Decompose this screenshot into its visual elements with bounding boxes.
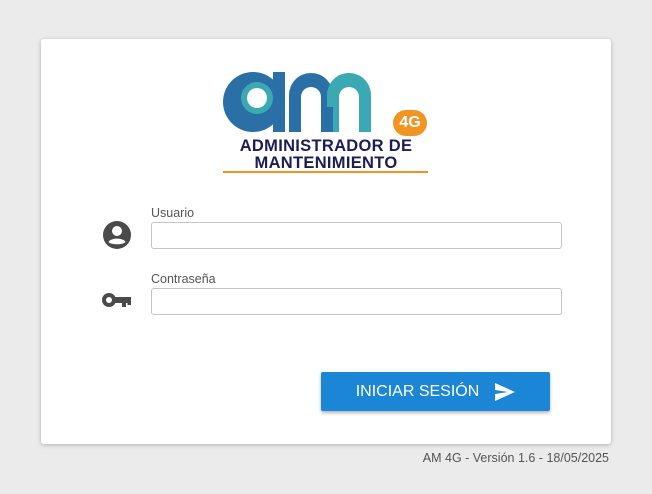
app-logo: 4G ADMINISTRADOR DE MANTENIMIENTO: [223, 67, 433, 175]
logo-am-graphic: [223, 72, 371, 132]
key-icon: [101, 284, 133, 316]
send-icon: [495, 382, 516, 401]
logo-underline: [223, 171, 428, 173]
login-button-label: INICIAR SESIÓN: [355, 382, 480, 400]
username-input[interactable]: [151, 222, 562, 249]
username-label: Usuario: [151, 206, 195, 220]
password-input[interactable]: [151, 288, 562, 315]
login-card: 4G ADMINISTRADOR DE MANTENIMIENTO Usuari…: [41, 39, 611, 444]
version-text: AM 4G - Versión 1.6 - 18/05/2025: [422, 451, 609, 465]
login-button[interactable]: INICIAR SESIÓN: [321, 372, 550, 411]
account-circle-icon: [101, 219, 133, 251]
password-label: Contraseña: [151, 272, 216, 286]
logo-4g-badge: 4G: [393, 110, 427, 136]
